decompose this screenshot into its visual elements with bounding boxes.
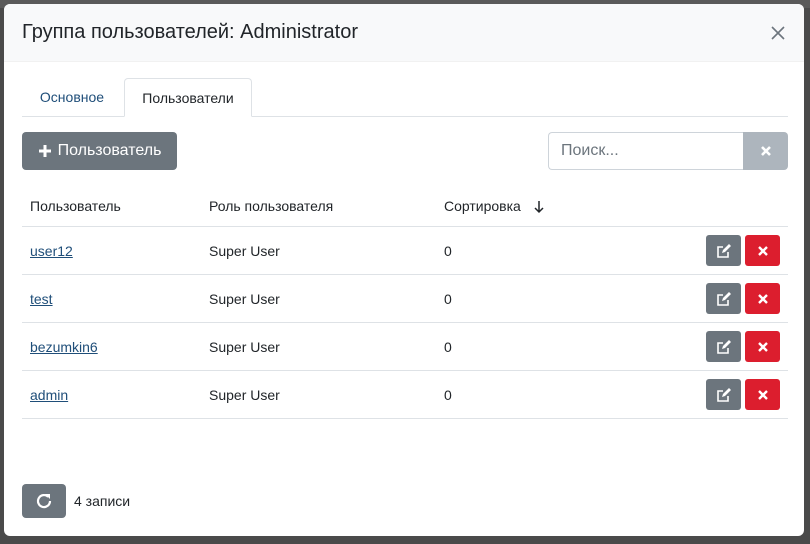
- user-link[interactable]: admin: [30, 387, 68, 403]
- arrow-down-icon: [534, 201, 544, 214]
- column-header-user[interactable]: Пользователь: [22, 186, 201, 227]
- close-icon: [771, 25, 785, 40]
- close-icon: [757, 389, 768, 400]
- sort-cell: 0: [436, 274, 672, 323]
- table-header-row: Пользователь Роль пользователя Сортировк…: [22, 186, 788, 227]
- close-icon: [757, 341, 768, 352]
- delete-button[interactable]: [745, 283, 780, 314]
- edit-button[interactable]: [706, 331, 741, 362]
- modal-title: Группа пользователей: Administrator: [22, 21, 358, 43]
- plus-icon: [38, 145, 51, 157]
- add-user-button[interactable]: Пользователь: [22, 132, 177, 170]
- delete-button[interactable]: [745, 379, 780, 410]
- role-cell: Super User: [201, 370, 436, 419]
- refresh-icon: [36, 494, 52, 509]
- edit-button[interactable]: [706, 283, 741, 314]
- tab-users[interactable]: Пользователи: [124, 78, 252, 117]
- edit-button[interactable]: [706, 235, 741, 266]
- sort-cell: 0: [436, 370, 672, 419]
- sort-cell: 0: [436, 322, 672, 371]
- role-cell: Super User: [201, 322, 436, 371]
- column-header-sort[interactable]: Сортировка: [436, 186, 672, 227]
- modal-header: Группа пользователей: Administrator: [4, 4, 804, 62]
- refresh-button[interactable]: [22, 484, 66, 518]
- edit-icon: [716, 387, 731, 402]
- search-clear-button[interactable]: [743, 132, 788, 170]
- add-user-label: Пользователь: [57, 142, 162, 159]
- user-link[interactable]: user12: [30, 243, 73, 259]
- close-button[interactable]: [764, 19, 792, 47]
- table-row: bezumkin6 Super User 0: [22, 322, 788, 371]
- search-group: [548, 132, 788, 170]
- table-row: user12 Super User 0: [22, 226, 788, 275]
- search-input[interactable]: [548, 132, 743, 170]
- tab-bar: Основное Пользователи: [22, 78, 788, 117]
- sort-cell: 0: [436, 226, 672, 275]
- table-row: test Super User 0: [22, 274, 788, 323]
- actions-cell: [672, 322, 788, 371]
- close-icon: [757, 245, 768, 256]
- record-count: 4 записи: [74, 493, 131, 509]
- user-group-modal: Группа пользователей: Administrator Осно…: [4, 4, 804, 536]
- column-header-role[interactable]: Роль пользователя: [201, 186, 436, 227]
- edit-icon: [716, 339, 731, 354]
- user-link[interactable]: test: [30, 291, 53, 307]
- role-cell: Super User: [201, 226, 436, 275]
- role-cell: Super User: [201, 274, 436, 323]
- column-header-sort-label: Сортировка: [444, 197, 521, 214]
- close-icon: [760, 146, 771, 156]
- users-table: Пользователь Роль пользователя Сортировк…: [22, 186, 788, 419]
- edit-icon: [716, 291, 731, 306]
- delete-button[interactable]: [745, 235, 780, 266]
- user-link[interactable]: bezumkin6: [30, 339, 98, 355]
- column-header-actions: [672, 186, 788, 227]
- actions-cell: [672, 226, 788, 275]
- edit-icon: [716, 243, 731, 258]
- actions-cell: [672, 370, 788, 419]
- table-row: admin Super User 0: [22, 370, 788, 419]
- close-icon: [757, 293, 768, 304]
- actions-cell: [672, 274, 788, 323]
- edit-button[interactable]: [706, 379, 741, 410]
- delete-button[interactable]: [745, 331, 780, 362]
- table-footer: 4 записи: [22, 484, 130, 518]
- tab-main[interactable]: Основное: [22, 78, 122, 116]
